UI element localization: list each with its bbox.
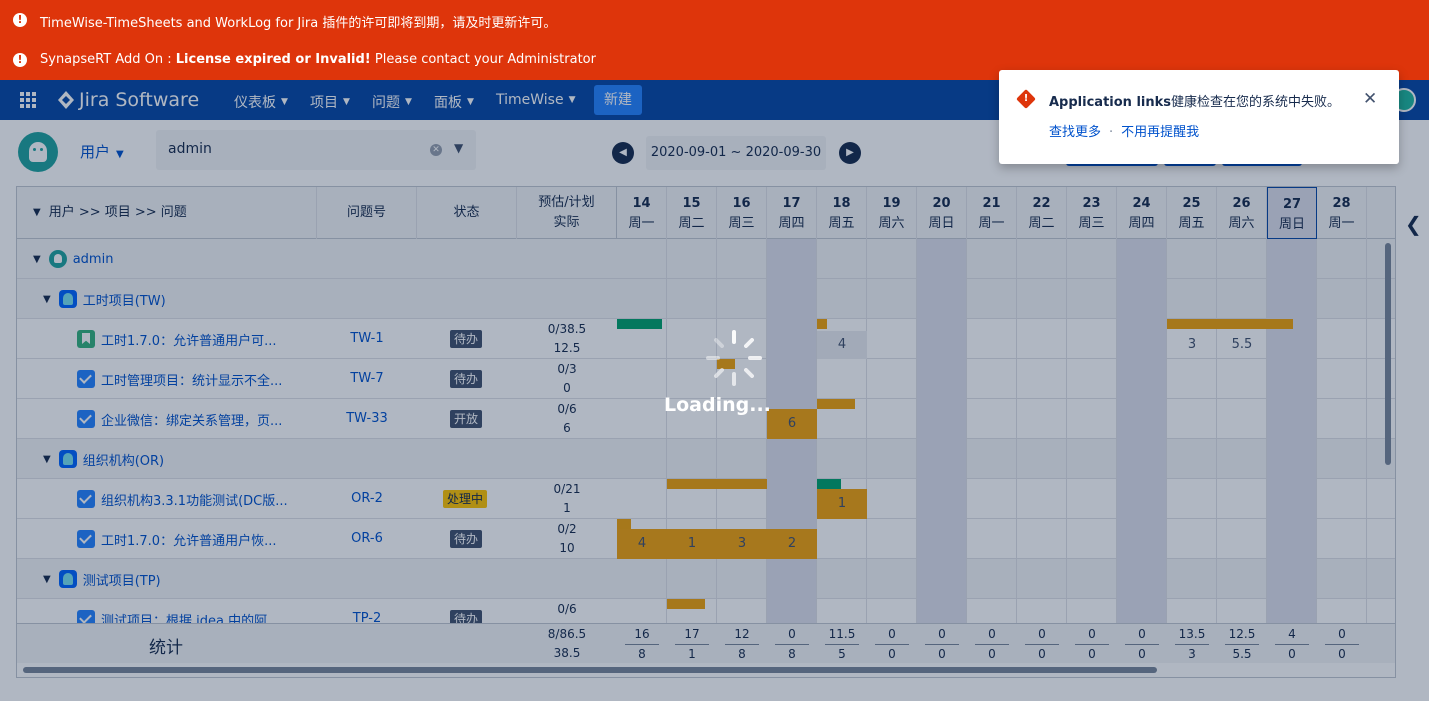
loading-indicator: Loading... bbox=[664, 328, 774, 420]
warning-icon: ! bbox=[13, 13, 27, 27]
notification-flag: ! Application links健康检查在您的系统中失败。 ✕ 查找更多 ·… bbox=[999, 70, 1399, 164]
dont-remind-link[interactable]: 不用再提醒我 bbox=[1121, 125, 1199, 140]
loading-text: Loading... bbox=[664, 394, 771, 416]
banner-text: TimeWise-TimeSheets and WorkLog for Jira… bbox=[40, 16, 557, 31]
error-icon: ! bbox=[1016, 89, 1036, 109]
license-banner-timewise: ! TimeWise-TimeSheets and WorkLog for Ji… bbox=[0, 0, 1429, 40]
notification-title: Application links健康检查在您的系统中失败。 bbox=[1049, 95, 1341, 110]
learn-more-link[interactable]: 查找更多 bbox=[1049, 125, 1101, 140]
close-icon[interactable]: ✕ bbox=[1363, 89, 1377, 109]
warning-icon: ! bbox=[13, 53, 27, 67]
spinner-icon bbox=[706, 330, 762, 386]
notification-actions: 查找更多 · 不用再提醒我 bbox=[1049, 125, 1200, 140]
banner-text: SynapseRT Add On : License expired or In… bbox=[40, 52, 596, 67]
